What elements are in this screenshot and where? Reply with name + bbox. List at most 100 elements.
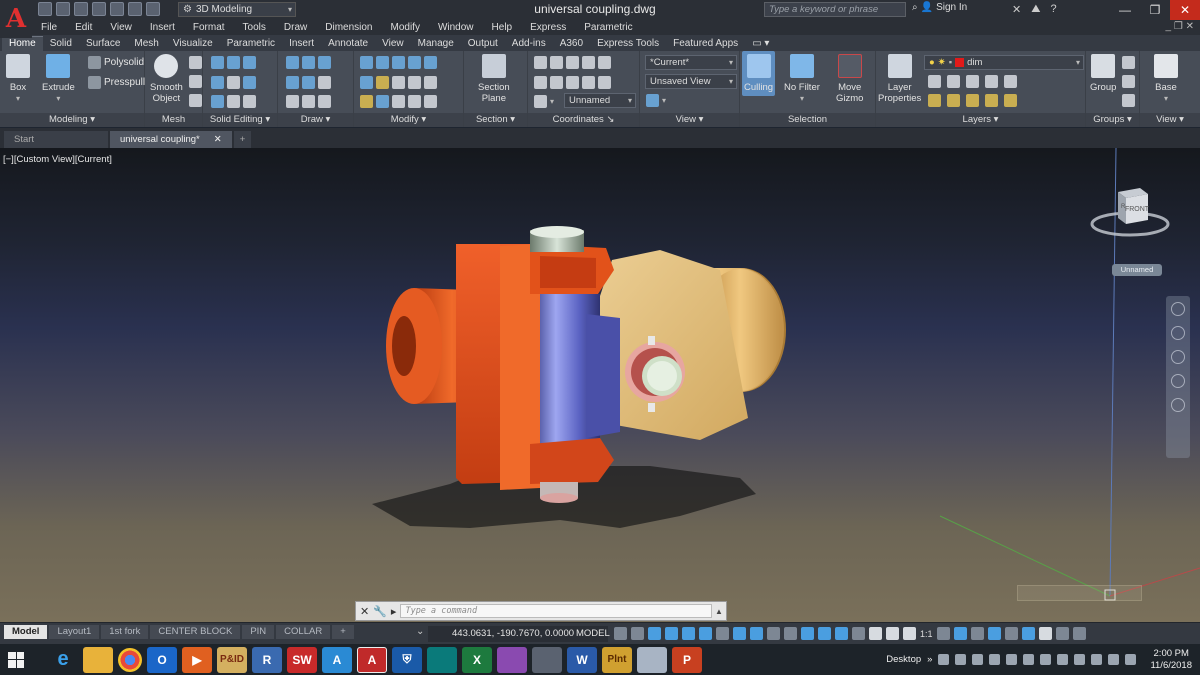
subtract-icon[interactable] <box>211 76 224 89</box>
open-icon[interactable] <box>56 2 70 16</box>
panel-title-modeling[interactable]: Modeling ▾ <box>0 113 144 127</box>
tab-annotate[interactable]: Annotate <box>321 37 375 51</box>
polar-tracking-icon[interactable] <box>699 627 712 640</box>
array-icon[interactable] <box>376 95 389 108</box>
ucs-3point-icon[interactable] <box>582 76 595 89</box>
universal-coupling-model[interactable] <box>0 148 1200 622</box>
menu-express[interactable]: Express <box>521 22 575 33</box>
panel-title-modify[interactable]: Modify ▾ <box>354 113 463 127</box>
layer-properties-button[interactable]: Layer Properties <box>878 54 921 104</box>
layout-tab-model[interactable]: Model <box>4 625 48 639</box>
mesh-icon[interactable] <box>189 56 202 69</box>
move-icon[interactable] <box>392 56 405 69</box>
menu-dimension[interactable]: Dimension <box>316 22 381 33</box>
tab-mesh[interactable]: Mesh <box>127 37 165 51</box>
start-button[interactable] <box>0 644 32 675</box>
document-window-controls[interactable]: _ ❐ ✕ <box>1166 21 1194 32</box>
tab-insert[interactable]: Insert <box>282 37 321 51</box>
ucs-menu[interactable]: Unnamed <box>1112 264 1162 276</box>
plot-icon[interactable] <box>110 2 124 16</box>
line-icon[interactable] <box>286 56 299 69</box>
object-snap-icon[interactable] <box>750 627 763 640</box>
layer-dropdown[interactable]: ● ✷ ▪ dim ▾ <box>924 55 1084 70</box>
redo-icon[interactable] <box>146 2 160 16</box>
tab-add-ins[interactable]: Add-ins <box>505 37 553 51</box>
dynamic-input-icon[interactable] <box>665 627 678 640</box>
chevron-right-icon[interactable]: » <box>927 654 932 665</box>
rotate-icon[interactable] <box>408 56 421 69</box>
customization-icon[interactable] <box>1072 627 1086 640</box>
minimize-button[interactable]: — <box>1110 0 1140 20</box>
snap-icon[interactable] <box>631 627 644 640</box>
model-space-button[interactable]: MODEL <box>576 626 610 642</box>
layer-lock-icon[interactable] <box>985 75 998 88</box>
save-icon[interactable] <box>74 2 88 16</box>
menu-window[interactable]: Window <box>429 22 483 33</box>
tray-icon[interactable] <box>989 654 1001 665</box>
tab-express-tools[interactable]: Express Tools <box>590 37 666 51</box>
culling-button[interactable]: Culling <box>742 51 776 96</box>
layer-freeze-icon[interactable] <box>966 75 979 88</box>
workspace-dropdown[interactable]: ⚙ 3D Modeling ▾ <box>178 2 296 17</box>
sign-in-button[interactable]: ⌕ 👤 Sign In <box>912 2 967 13</box>
add-layout-button[interactable]: + <box>332 625 354 639</box>
gizmo-toggle-icon[interactable] <box>869 627 882 640</box>
menu-view[interactable]: View <box>101 22 141 33</box>
polysolid-button[interactable]: Polysolid <box>88 56 144 69</box>
smooth-object-button[interactable]: Smooth Object <box>150 54 183 104</box>
menu-parametric[interactable]: Parametric <box>575 22 641 33</box>
polygon-icon[interactable] <box>286 95 299 108</box>
mesh-icon[interactable] <box>189 94 202 107</box>
status-menu-icon[interactable]: ⌄ <box>416 626 424 637</box>
fillet-edge-icon[interactable] <box>227 56 240 69</box>
autocad-icon[interactable]: A <box>357 646 387 673</box>
menu-tools[interactable]: Tools <box>234 22 275 33</box>
infer-constraints-icon[interactable] <box>648 627 661 640</box>
excel-icon[interactable]: X <box>462 646 492 673</box>
file-explorer-icon[interactable] <box>83 646 113 673</box>
help-search-input[interactable]: Type a keyword or phrase <box>764 2 906 17</box>
network-icon[interactable] <box>1108 654 1120 665</box>
orbit-icon[interactable] <box>1171 374 1185 388</box>
internet-explorer-icon[interactable]: e <box>48 647 78 673</box>
panel-title-coordinates[interactable]: Coordinates ↘ <box>528 113 639 127</box>
move-gizmo-button[interactable]: Move Gizmo <box>836 54 863 104</box>
group-button[interactable]: Group <box>1090 54 1116 93</box>
named-view-dropdown[interactable]: Unsaved View ▾ <box>645 74 737 89</box>
tab-a360[interactable]: A360 <box>553 37 590 51</box>
app-icon[interactable] <box>427 646 457 673</box>
menu-edit[interactable]: Edit <box>66 22 101 33</box>
ucs-face-icon[interactable] <box>582 56 595 69</box>
tab-start[interactable]: Start <box>4 131 108 148</box>
steering-wheel-icon[interactable] <box>1171 302 1185 316</box>
ucs-view-icon[interactable] <box>598 56 611 69</box>
volume-icon[interactable] <box>1125 654 1137 665</box>
annotation-monitor-icon[interactable] <box>953 627 967 640</box>
auto-scale-icon[interactable] <box>903 627 916 640</box>
mesh-icon[interactable] <box>189 75 202 88</box>
align-icon[interactable] <box>424 76 437 89</box>
ribbon-minimize-toggle[interactable]: ▭ ▾ <box>745 37 776 51</box>
selection-cycling-icon[interactable] <box>801 627 814 640</box>
extrude-button[interactable]: Extrude ▾ <box>42 54 75 104</box>
panel-title-draw[interactable]: Draw ▾ <box>278 113 353 127</box>
exchange-icon[interactable]: ✕ <box>1012 3 1021 16</box>
layout-tab-layout1[interactable]: Layout1 <box>49 625 100 639</box>
pid-icon[interactable]: P&ID <box>217 646 247 673</box>
fillet-icon[interactable] <box>360 76 373 89</box>
close-button[interactable]: ✕ <box>1170 0 1200 20</box>
union-icon[interactable] <box>211 56 224 69</box>
desktop-toolbar-label[interactable]: Desktop <box>886 654 921 665</box>
tab-visualize[interactable]: Visualize <box>166 37 220 51</box>
save-as-icon[interactable] <box>92 2 106 16</box>
autodesk-a-icon[interactable]: A <box>322 646 352 673</box>
media-player-icon[interactable]: ▶ <box>182 646 212 673</box>
ellipse-icon[interactable] <box>318 95 331 108</box>
tray-icon[interactable] <box>972 654 984 665</box>
word-icon[interactable]: W <box>567 646 597 673</box>
shield-icon[interactable]: ⛨ <box>392 646 422 673</box>
tab-output[interactable]: Output <box>461 37 505 51</box>
copy-icon[interactable] <box>392 95 405 108</box>
menu-insert[interactable]: Insert <box>141 22 184 33</box>
layout-tab-pin[interactable]: PIN <box>242 625 275 639</box>
